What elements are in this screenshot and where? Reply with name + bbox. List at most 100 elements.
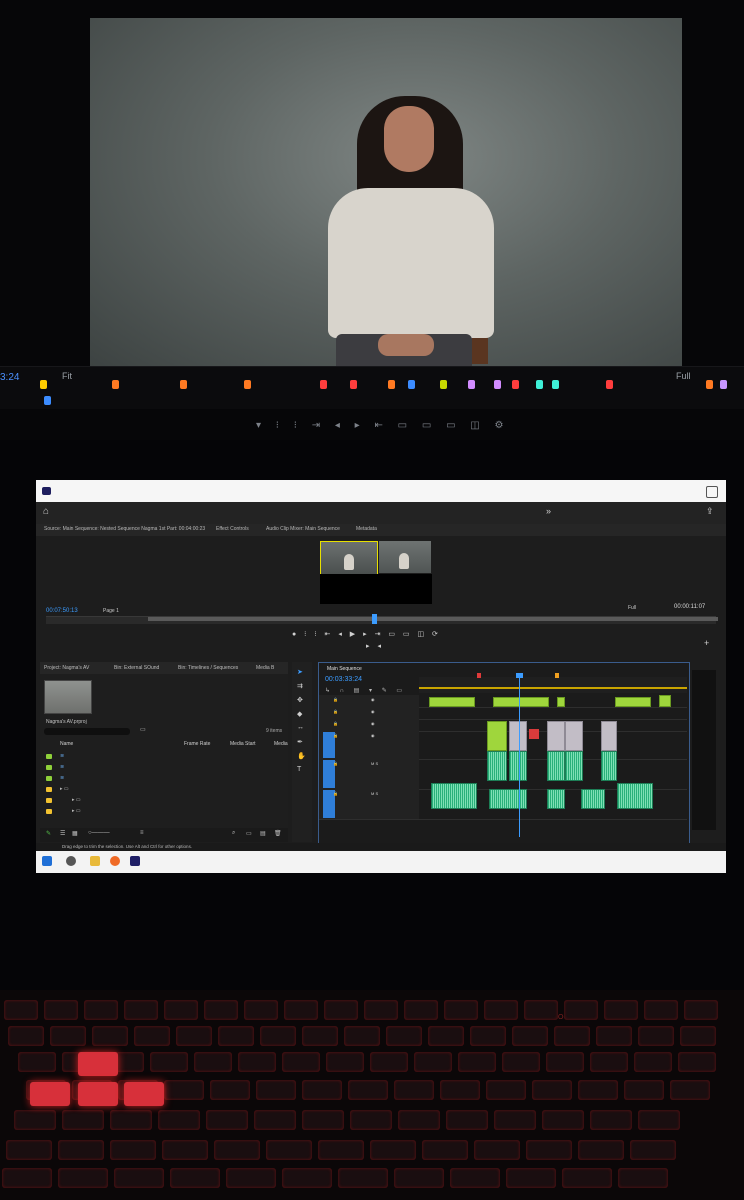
source-playhead[interactable]	[372, 614, 377, 624]
more-workspaces-button[interactable]: »	[546, 506, 551, 516]
source-thumbnail-1[interactable]	[320, 541, 378, 575]
zoom-slider[interactable]: ○———	[88, 830, 110, 836]
premiere-pro-icon[interactable]	[130, 856, 140, 866]
clip-a1[interactable]	[487, 751, 507, 781]
marker-16[interactable]	[706, 380, 713, 389]
project-row[interactable]: ▸ ▭	[44, 785, 284, 794]
clip-a2[interactable]	[489, 789, 527, 809]
clip-a2[interactable]	[617, 783, 653, 809]
eye-icon[interactable]: ◉	[371, 721, 375, 726]
marker-3[interactable]	[180, 380, 187, 389]
clip-v1[interactable]	[509, 721, 527, 751]
marker-2[interactable]	[44, 396, 51, 405]
clip-a2[interactable]	[431, 783, 477, 809]
clip-v1[interactable]	[565, 721, 583, 751]
marker-red[interactable]	[477, 673, 481, 678]
marker-6[interactable]	[350, 380, 357, 389]
source-transport-controls[interactable]: ● ⁝ ⁝ ⇤ ◂ ▶ ▸ ⇥ ▭ ▭ ◫ ⟳	[292, 630, 482, 640]
clip-a2[interactable]	[581, 789, 605, 809]
source-scrub-bar[interactable]	[148, 617, 718, 621]
marker-1[interactable]	[112, 380, 119, 389]
clip-v4[interactable]	[659, 695, 671, 707]
windows-start-icon[interactable]	[42, 856, 52, 866]
trim-handle[interactable]	[529, 729, 539, 739]
pen-tool-icon[interactable]: ✒	[297, 738, 303, 746]
marker-7[interactable]	[388, 380, 395, 389]
eye-icon[interactable]: ◉	[371, 709, 375, 714]
column-frame-rate[interactable]: Frame Rate	[184, 741, 210, 747]
slip-tool-icon[interactable]: ↔	[297, 724, 304, 731]
page-dropdown[interactable]: Page 1	[103, 608, 119, 614]
hand-tool-icon[interactable]: ✋	[297, 752, 306, 760]
marker-8[interactable]	[408, 380, 415, 389]
source-clip-markers[interactable]: ▸ ◂	[366, 642, 384, 650]
lock-icon[interactable]: 🔒	[333, 709, 338, 714]
eye-icon[interactable]: M S	[371, 761, 378, 766]
pencil-icon[interactable]: ✎	[46, 830, 51, 837]
eye-icon[interactable]: ◉	[371, 733, 375, 738]
clip-v4[interactable]	[429, 697, 475, 707]
selection-tool-icon[interactable]: ➤	[297, 668, 303, 676]
project-search-input[interactable]	[44, 728, 130, 735]
trash-icon[interactable]: 🗑	[274, 830, 282, 837]
tab-audio-clip-mixer[interactable]: Audio Clip Mixer: Main Sequence	[266, 526, 340, 532]
track-select-tool-icon[interactable]: ⇉	[297, 682, 303, 690]
marker-9[interactable]	[440, 380, 447, 389]
column-media[interactable]: Media	[274, 741, 288, 747]
eye-icon[interactable]: M S	[371, 791, 378, 796]
program-transport-controls[interactable]: ▾ ⁝ ⁝ ⇥ ◂ ▸ ⇤ ▭ ▭ ▭ ◫ ⚙	[256, 420, 588, 434]
work-area-bar[interactable]	[419, 687, 687, 689]
marker-4[interactable]	[244, 380, 251, 389]
marker-15[interactable]	[606, 380, 613, 389]
clip-v1[interactable]	[547, 721, 565, 751]
firefox-icon[interactable]	[110, 856, 120, 866]
tab-project[interactable]: Project: Nagma's AV	[44, 665, 89, 671]
marker-0[interactable]	[40, 380, 47, 389]
new-item-icon[interactable]: ▤	[260, 830, 266, 837]
marker-12[interactable]	[512, 380, 519, 389]
list-view-icon[interactable]: ☰	[60, 830, 65, 837]
clip-v1[interactable]	[487, 721, 507, 751]
column-name[interactable]: Name	[60, 741, 73, 747]
clip-a2[interactable]	[547, 789, 565, 809]
marker-10[interactable]	[468, 380, 475, 389]
project-row[interactable]: ≋	[44, 752, 284, 761]
tab-metadata[interactable]: Metadata	[356, 526, 377, 532]
share-icon[interactable]	[706, 486, 718, 498]
tab-bin-timelines[interactable]: Bin: Timelines / Sequences	[178, 665, 238, 671]
project-row[interactable]: ≋	[44, 774, 284, 783]
source-thumbnail-2[interactable]	[379, 541, 431, 573]
find-icon[interactable]: ⌕	[232, 830, 235, 837]
marker-14[interactable]	[552, 380, 559, 389]
lock-icon[interactable]: 🔒	[333, 733, 338, 738]
file-explorer-icon[interactable]	[90, 856, 100, 866]
project-row[interactable]: ≋	[44, 763, 284, 772]
new-bin-icon[interactable]: ▭	[140, 726, 146, 733]
clip-v1[interactable]	[601, 721, 617, 751]
new-bin-icon[interactable]: ▭	[246, 830, 252, 837]
sequence-tab[interactable]: Main Sequence	[327, 666, 362, 672]
add-button[interactable]: +	[704, 638, 709, 648]
source-zoom-dropdown[interactable]: Full	[628, 605, 636, 611]
search-icon[interactable]	[66, 856, 76, 866]
razor-tool-icon[interactable]: ◆	[297, 710, 302, 718]
clip-a1[interactable]	[565, 751, 583, 781]
clip-a1[interactable]	[509, 751, 527, 781]
lock-icon[interactable]: 🔒	[333, 721, 338, 726]
sort-icon[interactable]: ≡	[140, 830, 144, 836]
type-tool-icon[interactable]: T	[297, 766, 301, 773]
clip-a1[interactable]	[601, 751, 617, 781]
tab-source[interactable]: Source: Main Sequence: Nested Sequence N…	[44, 526, 205, 532]
tab-bin-external-sound[interactable]: Bin: External SOund	[114, 665, 159, 671]
marker-17[interactable]	[720, 380, 727, 389]
source-playhead-timecode[interactable]: 00:07:50:13	[46, 608, 78, 614]
timeline-ruler[interactable]	[419, 673, 687, 693]
tab-effect-controls[interactable]: Effect Controls	[216, 526, 249, 532]
marker-5[interactable]	[320, 380, 327, 389]
tab-media-browser[interactable]: Media B	[256, 665, 274, 671]
eye-icon[interactable]: ◉	[371, 697, 375, 702]
clip-v4[interactable]	[493, 697, 549, 707]
marker-11[interactable]	[494, 380, 501, 389]
clip-v4[interactable]	[615, 697, 651, 707]
clip-v4[interactable]	[557, 697, 565, 707]
